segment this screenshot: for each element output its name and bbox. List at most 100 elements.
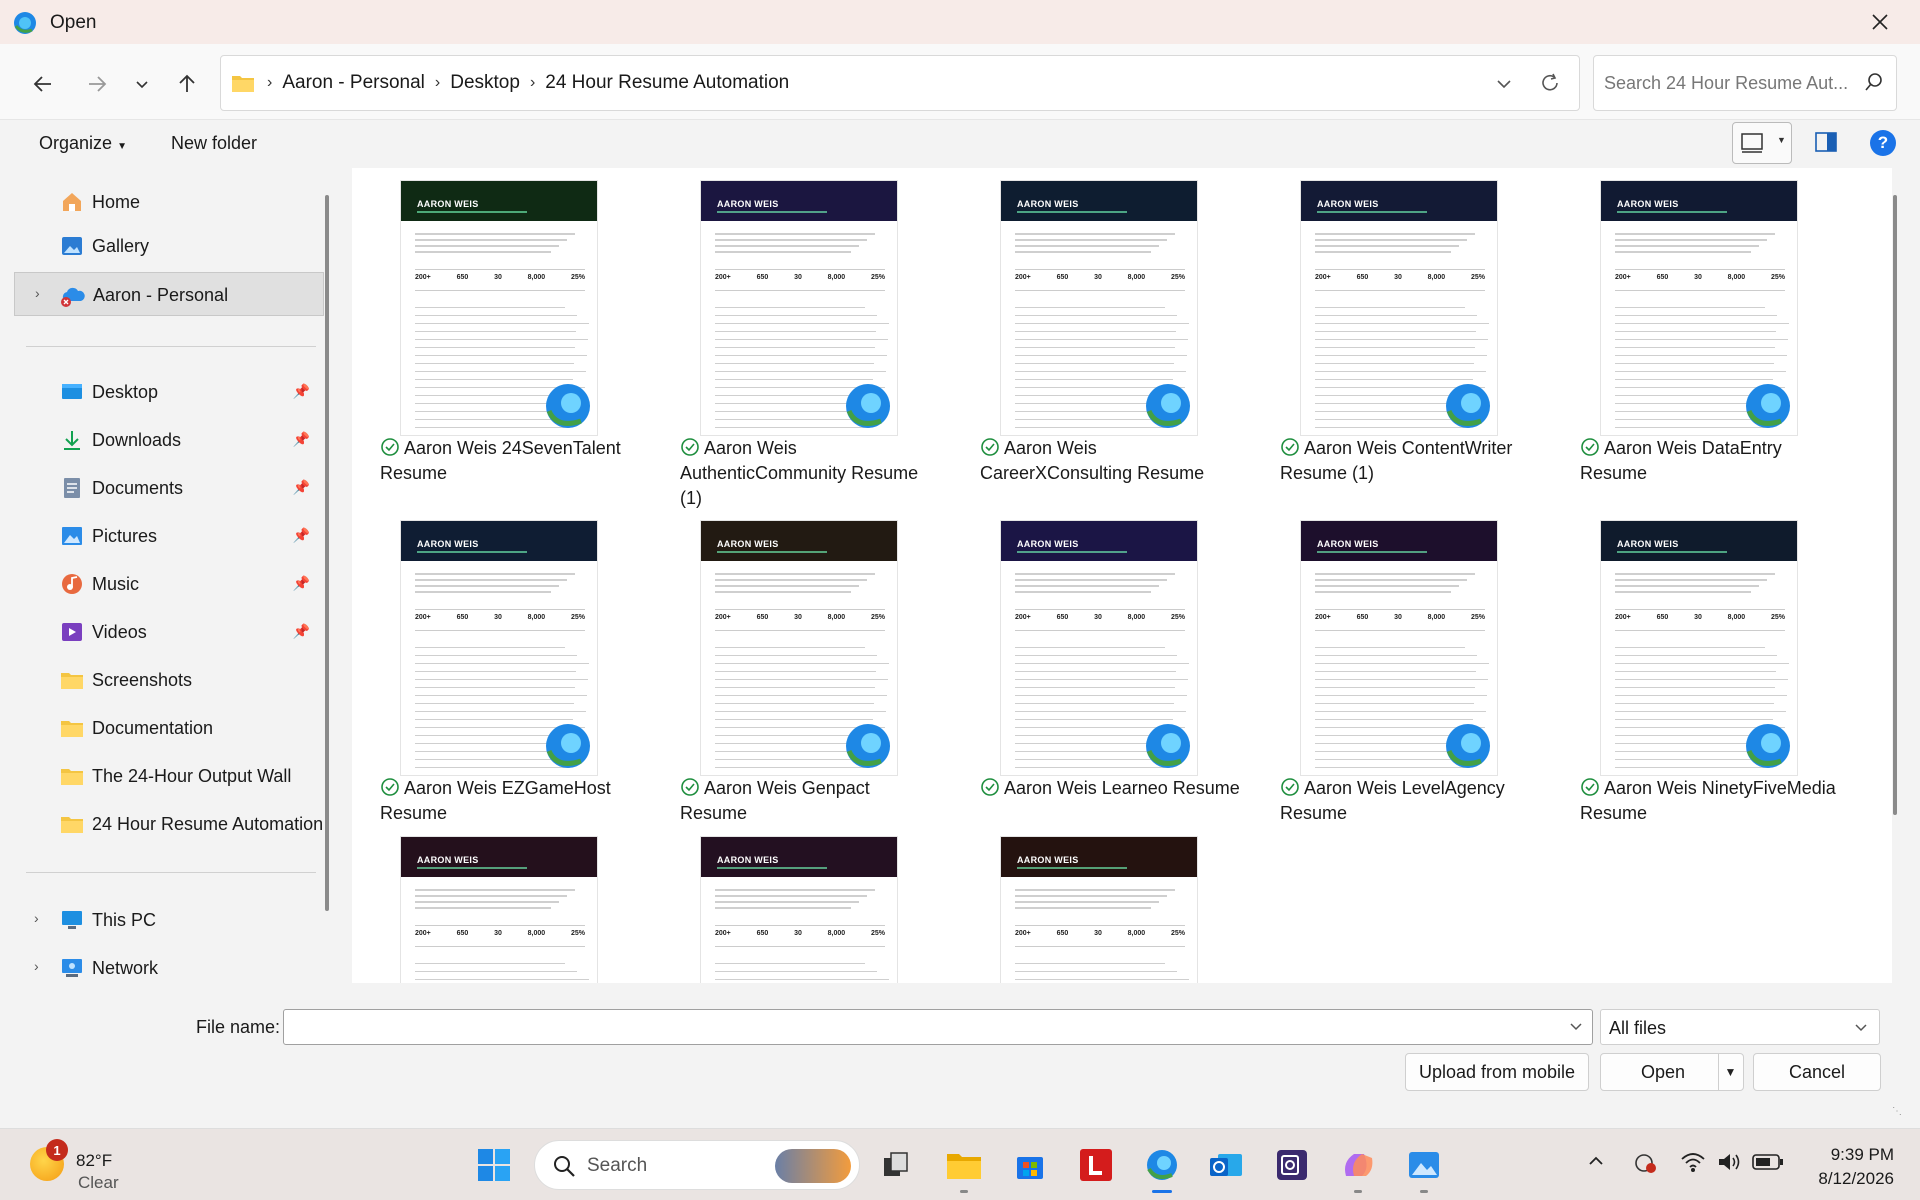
- thumbnail-stat: 30: [1094, 930, 1102, 937]
- nav-item-music[interactable]: Music 📌: [14, 562, 324, 606]
- thumbnail-stat: 650: [756, 930, 769, 937]
- chevron-down-icon: [1497, 80, 1511, 89]
- address-history-button[interactable]: [1489, 70, 1519, 98]
- file-type-select[interactable]: All files: [1600, 1009, 1880, 1045]
- wifi-icon[interactable]: [1680, 1151, 1706, 1173]
- pin-icon: 📌: [292, 383, 310, 399]
- edge-button[interactable]: [1140, 1143, 1184, 1193]
- organize-menu[interactable]: Organize ▼: [39, 133, 127, 154]
- thumbnail-stat: 200+: [1615, 274, 1631, 281]
- file-item[interactable]: AARON WEIS 200+ 650 30 8,000 25%: [980, 824, 1240, 983]
- nav-item-documents[interactable]: Documents 📌: [14, 466, 324, 510]
- thumbnail-stats: 200+ 650 30 8,000 25%: [1015, 925, 1185, 947]
- folder-icon: [61, 721, 83, 737]
- file-item[interactable]: AARON WEIS 200+ 650 30 8,000 25% Aaron Weis Ni…: [1580, 508, 1840, 838]
- store-button[interactable]: [1008, 1143, 1052, 1187]
- start-button[interactable]: [472, 1143, 516, 1187]
- back-button[interactable]: [23, 64, 63, 104]
- network-icon: [62, 959, 82, 977]
- nav-item-this-pc[interactable]: › This PC: [14, 898, 324, 942]
- file-item[interactable]: AARON WEIS 200+ 650 30 8,000 25% Aaron Weis Ge…: [680, 508, 940, 838]
- nav-item-desktop[interactable]: Desktop 📌: [14, 370, 324, 414]
- nav-item-home[interactable]: Home: [14, 180, 324, 224]
- open-options-button[interactable]: ▼: [1718, 1054, 1742, 1090]
- file-explorer-button[interactable]: [942, 1143, 986, 1193]
- preview-pane-icon[interactable]: [1814, 131, 1838, 153]
- chevron-right-icon: ›: [267, 74, 273, 91]
- file-item[interactable]: AARON WEIS 200+ 650 30 8,000 25% Aaron Weis 24…: [380, 168, 640, 498]
- nav-item-pictures[interactable]: Pictures 📌: [14, 514, 324, 558]
- app-l-button[interactable]: [1074, 1143, 1118, 1187]
- file-item[interactable]: AARON WEIS 200+ 650 30 8,000 25% Aaron Weis Au…: [680, 168, 940, 508]
- breadcrumb-item-current[interactable]: 24 Hour Resume Automation: [537, 72, 797, 94]
- refresh-button[interactable]: [1535, 68, 1565, 98]
- volume-icon[interactable]: [1716, 1151, 1742, 1173]
- up-button[interactable]: [167, 64, 207, 104]
- nav-item-gallery[interactable]: Gallery: [14, 224, 324, 268]
- file-name-input[interactable]: [283, 1009, 1593, 1045]
- music-icon: [62, 574, 82, 594]
- taskbar-search[interactable]: Search: [534, 1140, 860, 1190]
- content-scrollbar[interactable]: [1893, 195, 1897, 815]
- cancel-button[interactable]: Cancel: [1753, 1053, 1881, 1091]
- file-item[interactable]: AARON WEIS 200+ 650 30 8,000 25% Aaron Weis Co…: [1280, 168, 1540, 498]
- copilot-button[interactable]: [1336, 1143, 1380, 1193]
- outlook-button[interactable]: [1204, 1143, 1248, 1187]
- nav-item-screenshots[interactable]: Screenshots: [14, 658, 324, 702]
- file-item[interactable]: AARON WEIS 200+ 650 30 8,000 25%: [380, 824, 640, 983]
- system-clock[interactable]: 9:39 PM 8/12/2026: [1818, 1143, 1894, 1191]
- task-view-button[interactable]: [874, 1143, 918, 1187]
- thumbnail-owner-name: AARON WEIS: [1317, 539, 1379, 549]
- thumbnail-stat: 30: [1394, 614, 1402, 621]
- thumbnail-stat: 30: [1394, 274, 1402, 281]
- file-item[interactable]: AARON WEIS 200+ 650 30 8,000 25% Aaron Weis Le…: [980, 508, 1240, 838]
- upload-from-mobile-button[interactable]: Upload from mobile: [1405, 1053, 1589, 1091]
- thumbnail-stat: 30: [1694, 274, 1702, 281]
- file-item[interactable]: AARON WEIS 200+ 650 30 8,000 25% Aaron Weis Le…: [1280, 508, 1540, 838]
- thumbnail-stat: 30: [794, 614, 802, 621]
- file-item[interactable]: AARON WEIS 200+ 650 30 8,000 25%: [680, 824, 940, 983]
- breadcrumb-item-desktop[interactable]: Desktop: [442, 72, 528, 94]
- file-name-label: File name:: [196, 1017, 281, 1037]
- sync-status-icon[interactable]: [1632, 1151, 1658, 1175]
- window-title: Open: [50, 12, 97, 33]
- new-folder-button[interactable]: New folder: [171, 133, 257, 154]
- nav-scrollbar[interactable]: [325, 195, 329, 911]
- change-view-button[interactable]: ▼: [1732, 122, 1792, 164]
- photos-button[interactable]: [1402, 1143, 1446, 1193]
- thumbnail-stat: 200+: [415, 614, 431, 621]
- thumbnail-stat: 200+: [1015, 614, 1031, 621]
- file-item[interactable]: AARON WEIS 200+ 650 30 8,000 25% Aaron Weis Ca…: [980, 168, 1240, 498]
- nav-item-output-wall[interactable]: The 24-Hour Output Wall: [14, 754, 324, 798]
- nav-item-videos[interactable]: Videos 📌: [14, 610, 324, 654]
- breadcrumb[interactable]: › Aaron - Personal › Desktop › 24 Hour R…: [220, 55, 1580, 111]
- chevron-right-icon: ›: [529, 74, 536, 91]
- resize-grip-icon[interactable]: ⋱: [1892, 1106, 1902, 1117]
- breadcrumb-item-onedrive[interactable]: Aaron - Personal: [274, 72, 433, 94]
- thumbnail-owner-name: AARON WEIS: [417, 855, 479, 865]
- nav-item-onedrive[interactable]: › Aaron - Personal: [14, 272, 324, 316]
- thumbnail-header: AARON WEIS: [1001, 837, 1197, 877]
- edge-icon: [1147, 1150, 1177, 1180]
- folder-icon: [61, 817, 83, 833]
- onenote-button[interactable]: [1270, 1143, 1314, 1187]
- nav-item-documentation[interactable]: Documentation: [14, 706, 324, 750]
- nav-item-resume-automation[interactable]: 24 Hour Resume Automation: [14, 802, 324, 846]
- chevron-right-icon: ›: [35, 285, 40, 301]
- forward-button[interactable]: [77, 64, 117, 104]
- chevron-up-icon[interactable]: [1586, 1151, 1606, 1171]
- recent-locations-button[interactable]: [122, 64, 162, 104]
- close-button[interactable]: [1856, 6, 1904, 38]
- file-item[interactable]: AARON WEIS 200+ 650 30 8,000 25% Aaron Weis Da…: [1580, 168, 1840, 498]
- help-icon[interactable]: ?: [1870, 130, 1896, 156]
- chevron-down-icon[interactable]: [1568, 1018, 1584, 1034]
- synced-check-icon: [381, 438, 399, 456]
- clock-time: 9:39 PM: [1830, 1145, 1894, 1164]
- battery-icon[interactable]: [1752, 1151, 1784, 1173]
- nav-item-network[interactable]: › Network: [14, 946, 324, 982]
- search-input[interactable]: Search 24 Hour Resume Aut...: [1593, 55, 1897, 111]
- edge-file-icon: [846, 724, 890, 768]
- search-icon: [1865, 73, 1882, 91]
- nav-item-downloads[interactable]: Downloads 📌: [14, 418, 324, 462]
- file-item[interactable]: AARON WEIS 200+ 650 30 8,000 25% Aaron Weis EZ…: [380, 508, 640, 838]
